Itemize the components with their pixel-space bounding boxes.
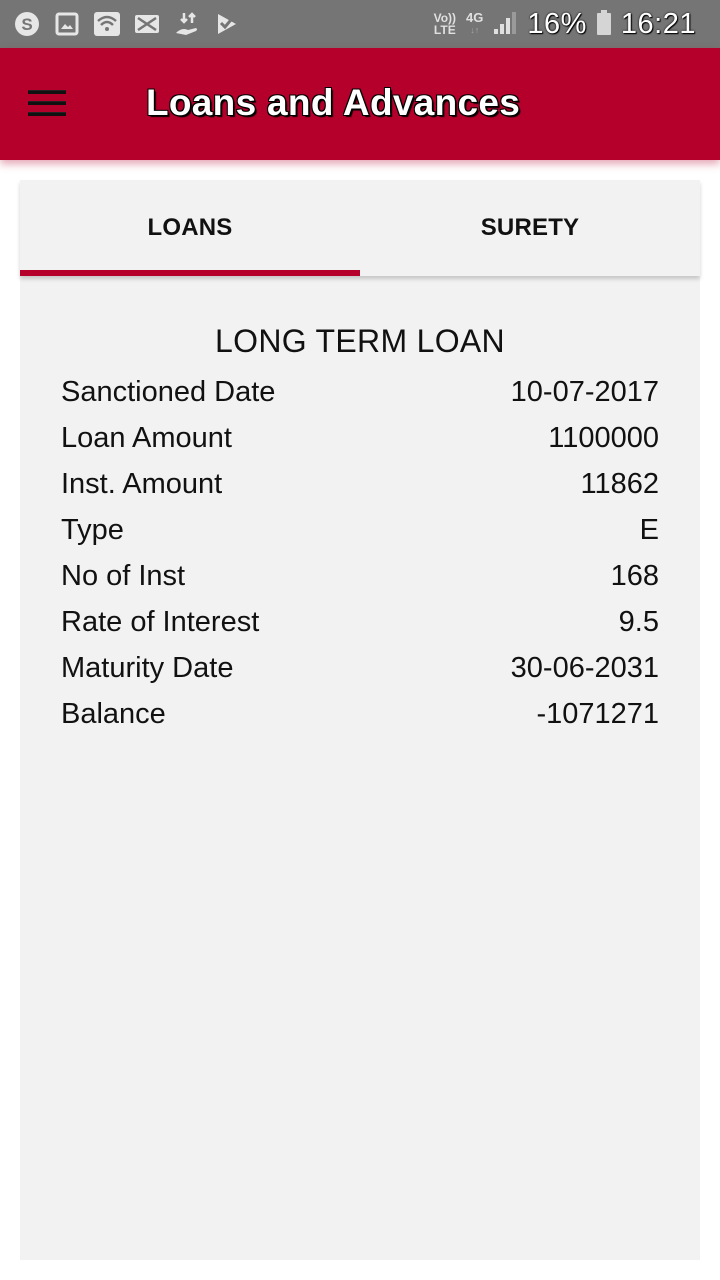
lte-text: LTE xyxy=(433,23,456,37)
loan-card: LOANS SURETY LONG TERM LOAN Sanctioned D… xyxy=(20,180,700,1260)
detail-row-loan-amount: Loan Amount 1100000 xyxy=(61,415,659,461)
network-type-indicator: 4G ↓↑ xyxy=(466,11,483,37)
detail-label: Type xyxy=(61,514,124,546)
wifi-icon xyxy=(94,11,120,37)
detail-value: 1100000 xyxy=(548,422,659,454)
svg-text:S: S xyxy=(21,15,32,34)
tab-loans[interactable]: LOANS xyxy=(20,180,360,276)
gallery-icon xyxy=(54,11,80,37)
detail-row-type: Type E xyxy=(61,507,659,553)
detail-row-balance: Balance -1071271 xyxy=(61,691,659,737)
app-bar: Loans and Advances xyxy=(0,48,720,160)
skype-icon: S xyxy=(14,11,40,37)
detail-value: E xyxy=(639,514,659,546)
clock: 16:21 xyxy=(620,7,696,40)
detail-value: 30-06-2031 xyxy=(510,652,659,684)
detail-value: 11862 xyxy=(580,468,660,500)
mail-icon xyxy=(134,11,160,37)
detail-value: 168 xyxy=(610,560,659,592)
tab-surety[interactable]: SURETY xyxy=(360,180,700,276)
detail-row-maturity-date: Maturity Date 30-06-2031 xyxy=(61,645,659,691)
detail-row-rate-of-interest: Rate of Interest 9.5 xyxy=(61,599,659,645)
loan-details: Sanctioned Date 10-07-2017 Loan Amount 1… xyxy=(61,369,659,737)
loan-type-heading: LONG TERM LOAN xyxy=(215,323,505,359)
detail-value: 9.5 xyxy=(618,606,659,638)
detail-value: 10-07-2017 xyxy=(510,376,659,408)
page-title: Loans and Advances xyxy=(146,82,521,123)
detail-label: No of Inst xyxy=(61,560,186,592)
battery-percent: 16% xyxy=(527,7,587,40)
transfer-icon xyxy=(174,11,200,37)
volte-indicator: Vo)) LTE xyxy=(434,12,456,36)
detail-label: Balance xyxy=(61,698,166,730)
data-arrows-icon: ↓↑ xyxy=(470,25,480,35)
notification-icons: S xyxy=(14,8,240,40)
detail-value: -1071271 xyxy=(536,698,659,730)
status-bar: S Vo)) LTE 4G ↓↑ 16% 16:21 xyxy=(0,0,720,48)
tab-bar: LOANS SURETY xyxy=(20,180,700,276)
hamburger-menu-icon[interactable] xyxy=(28,90,68,120)
check-flag-icon xyxy=(214,11,240,37)
detail-label: Maturity Date xyxy=(61,652,234,684)
detail-row-inst-amount: Inst. Amount 11862 xyxy=(61,461,659,507)
detail-row-no-of-inst: No of Inst 168 xyxy=(61,553,659,599)
detail-label: Sanctioned Date xyxy=(61,376,276,408)
system-indicators: Vo)) LTE 4G ↓↑ 16% 16:21 xyxy=(434,6,696,42)
detail-label: Loan Amount xyxy=(61,422,232,454)
detail-label: Inst. Amount xyxy=(61,468,223,500)
detail-label: Rate of Interest xyxy=(61,606,260,638)
network-text: 4G xyxy=(466,10,484,25)
battery-icon xyxy=(596,10,611,35)
detail-row-sanctioned-date: Sanctioned Date 10-07-2017 xyxy=(61,369,659,415)
signal-icon xyxy=(493,9,517,40)
